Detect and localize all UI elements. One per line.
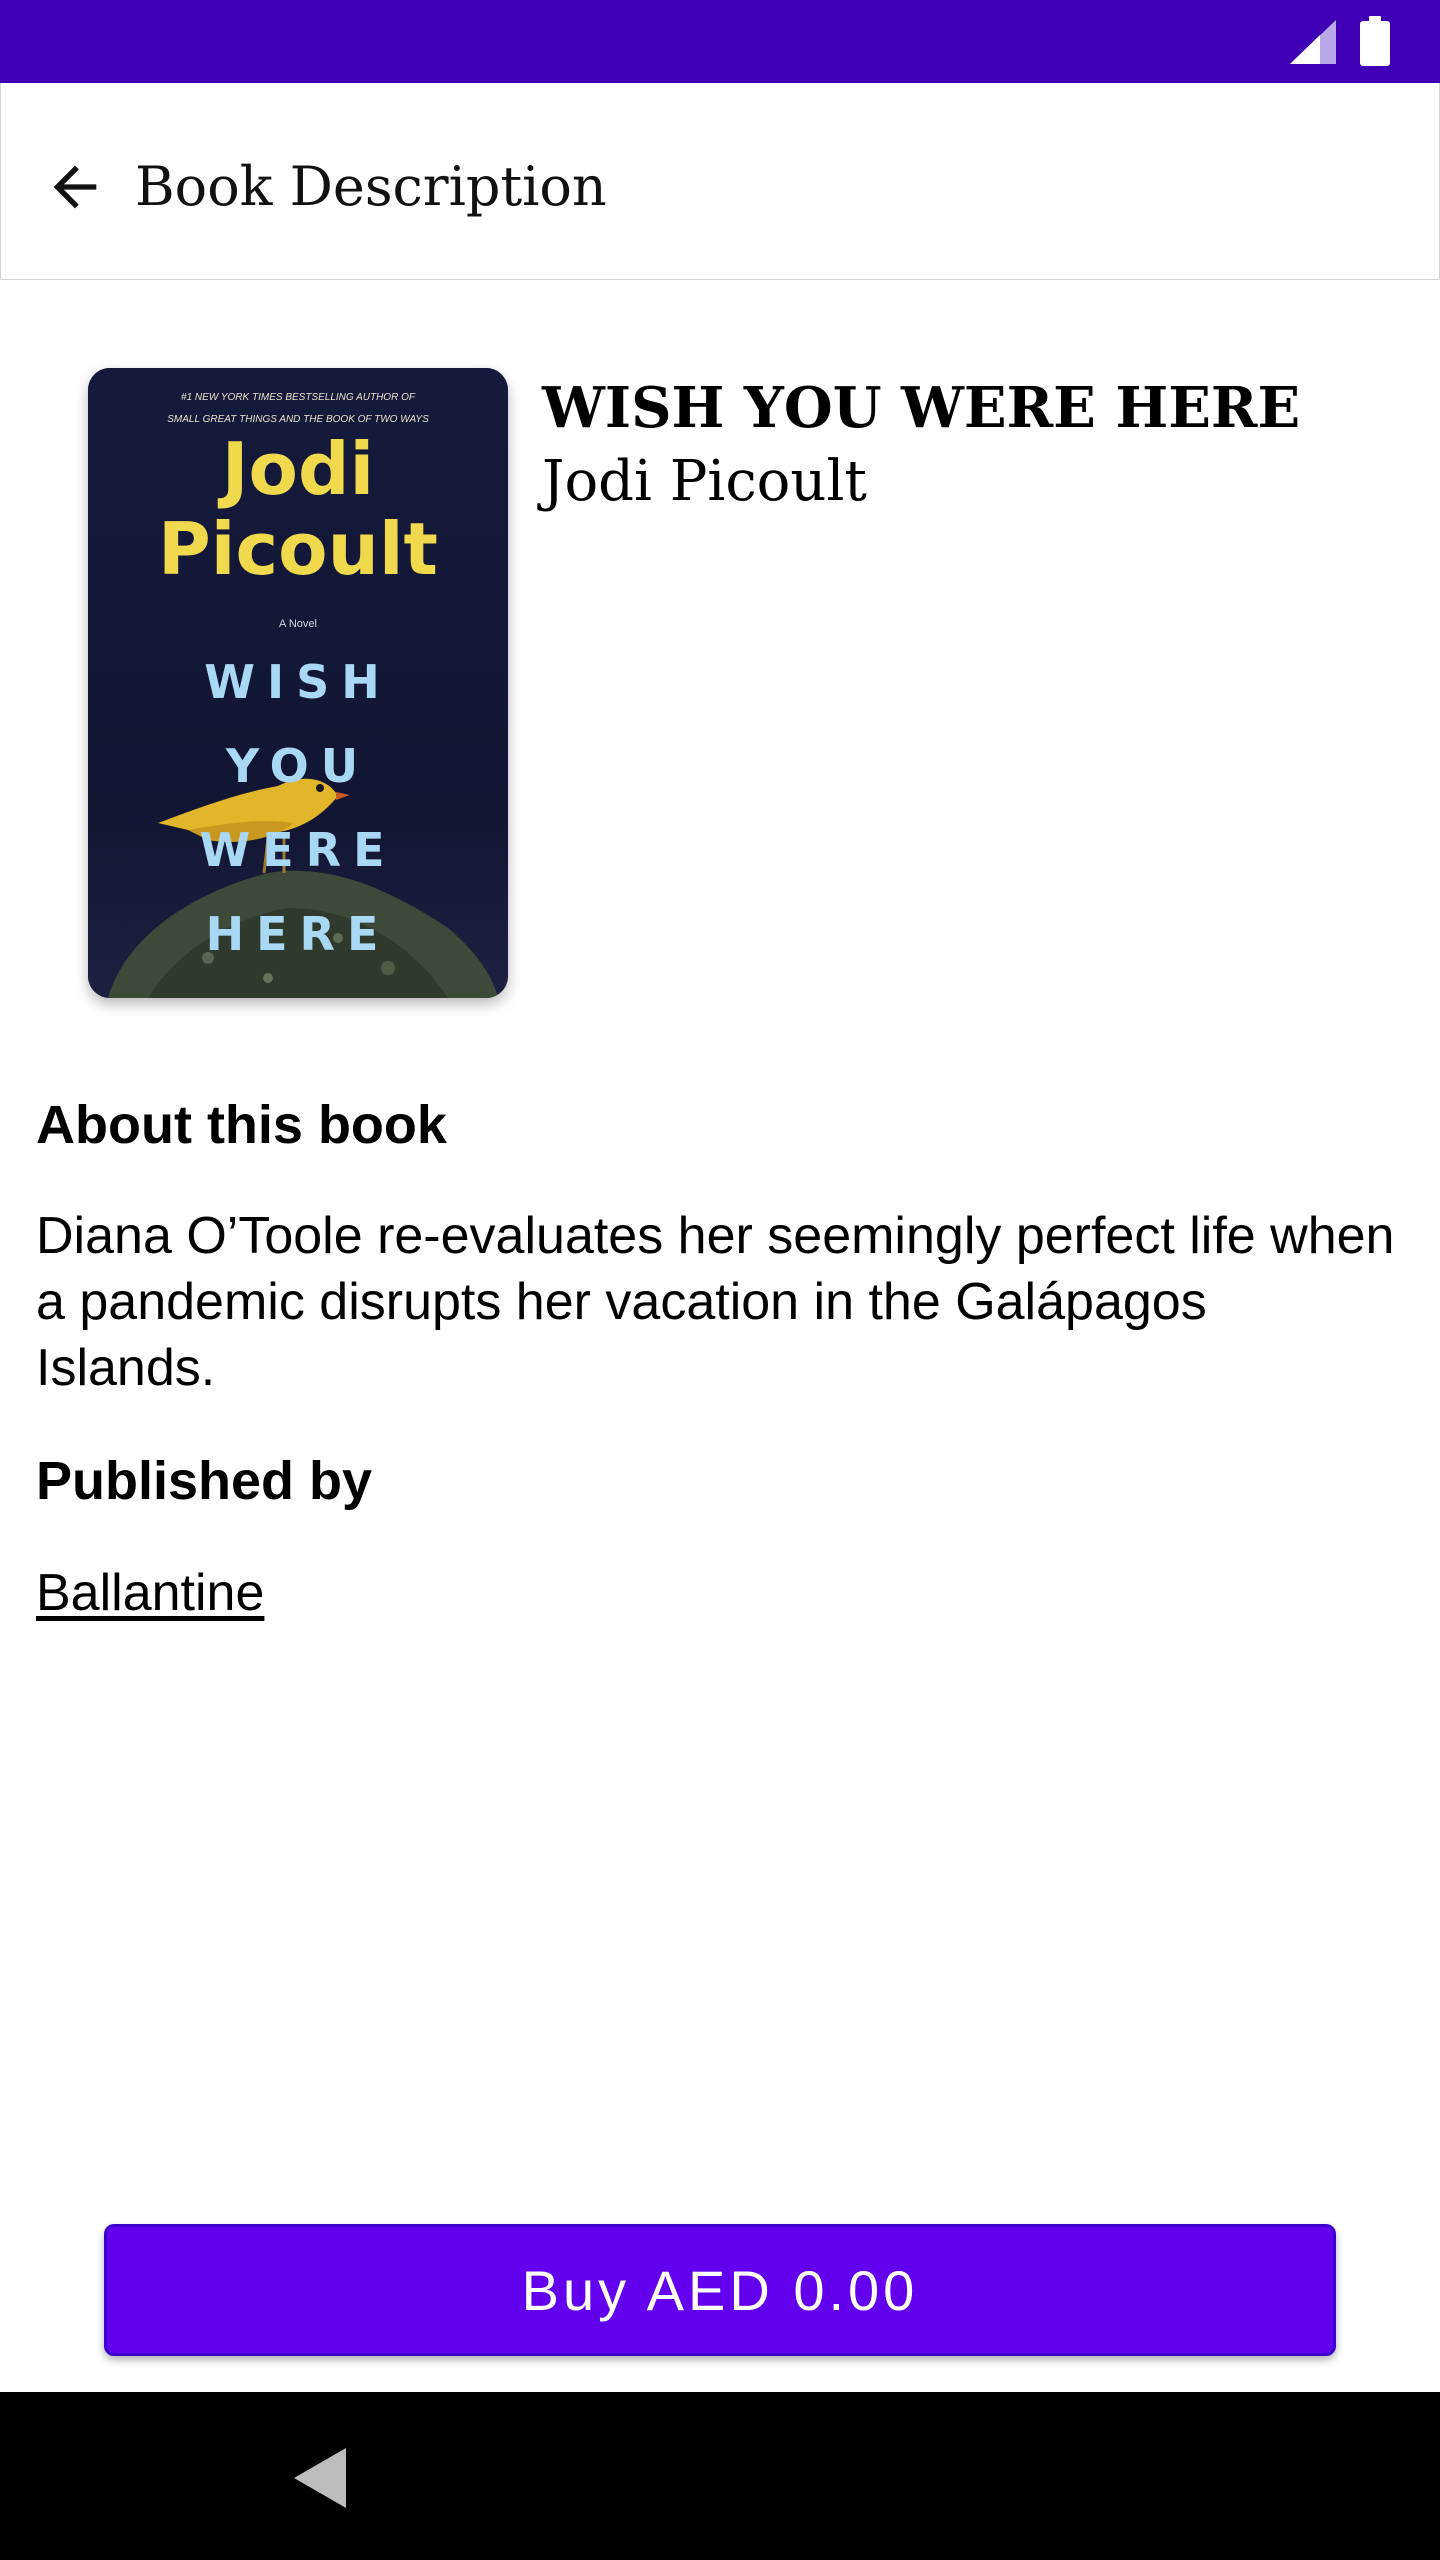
publisher-heading: Published by: [36, 1451, 373, 1511]
system-nav-bar: [0, 2392, 1440, 2560]
cover-title-word: HERE: [206, 907, 391, 961]
cover-novel-label: A Novel: [279, 618, 317, 630]
signal-icon: [1290, 20, 1336, 64]
book-cover-image: #1 NEW YORK TIMES BESTSELLING AUTHOR OF …: [88, 368, 508, 998]
status-bar: [0, 0, 1440, 83]
about-heading: About this book: [36, 1095, 447, 1155]
nav-back-button[interactable]: [270, 2432, 370, 2524]
book-author: Jodi Picoult: [542, 449, 867, 514]
page-title: Book Description: [135, 155, 607, 218]
book-title: WISH YOU WERE HERE: [542, 375, 1301, 441]
cover-title-word: YOU: [225, 739, 370, 793]
cover-tagline: #1 NEW YORK TIMES BESTSELLING AUTHOR OF: [181, 392, 416, 403]
cover-title-word: WISH: [204, 655, 391, 709]
nav-back-triangle-icon: [294, 2448, 346, 2508]
battery-icon: [1360, 16, 1390, 66]
cover-author-first: Jodi: [217, 427, 374, 511]
arrow-back-icon: [53, 165, 97, 209]
book-description: Diana O’Toole re-evaluates her seemingly…: [36, 1207, 1395, 1397]
app-bar: Book Description: [0, 83, 1440, 280]
cover-title-word: WERE: [199, 823, 396, 877]
back-button[interactable]: [31, 143, 119, 231]
publisher-link[interactable]: Ballantine: [36, 1560, 264, 1626]
buy-button[interactable]: Buy AED 0.00: [104, 2224, 1336, 2356]
cover-author-last: Picoult: [158, 507, 438, 591]
cover-tagline: SMALL GREAT THINGS AND THE BOOK OF TWO W…: [167, 414, 429, 425]
book-description-screen: Book Description #1 NEW YORK TIMES BESTS…: [0, 0, 1440, 2560]
book-cover-art: #1 NEW YORK TIMES BESTSELLING AUTHOR OF …: [88, 368, 508, 998]
